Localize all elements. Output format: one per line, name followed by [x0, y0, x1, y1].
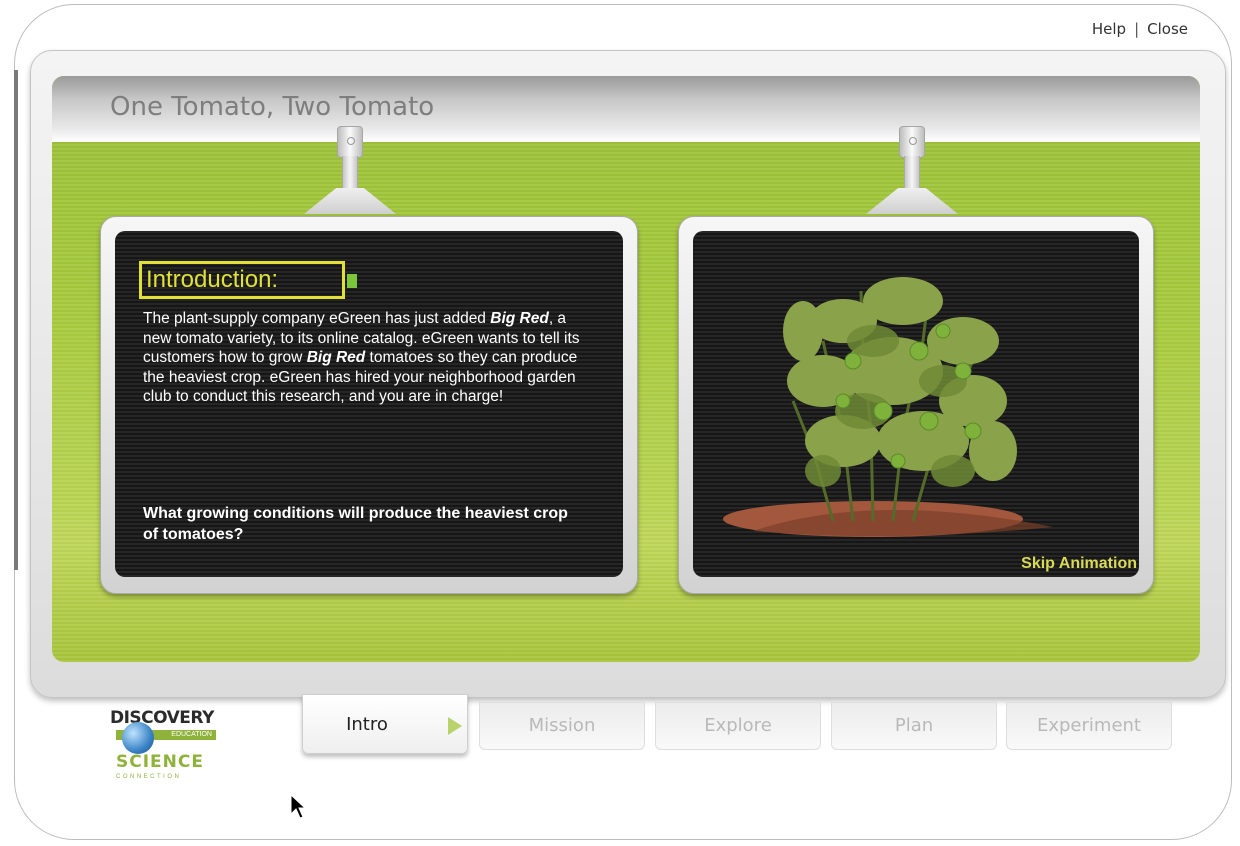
tab-experiment[interactable]: Experiment	[1006, 702, 1172, 750]
scroll-edge	[14, 70, 18, 570]
tab-explore-label: Explore	[704, 715, 772, 736]
animation-screen: Skip Animation	[693, 231, 1139, 577]
play-arrow-icon	[448, 717, 462, 735]
tab-intro[interactable]: Intro	[302, 694, 468, 754]
big-red-term: Big Red	[490, 310, 549, 327]
research-question: What growing conditions will produce the…	[143, 505, 568, 543]
top-links: Help | Close	[1092, 20, 1188, 38]
tomato-plant-illustration	[723, 277, 1053, 537]
tab-mission[interactable]: Mission	[479, 702, 645, 750]
mouse-cursor-icon	[290, 794, 306, 819]
intro-board-screen: Introduction: The plant-supply company e…	[115, 231, 623, 577]
logo-education-text: EDUCATION	[171, 731, 212, 738]
discovery-education-logo: DISCOVERY EDUCATION SCIENCE CONNECTION	[110, 708, 220, 792]
right-board-hanger	[862, 126, 962, 218]
logo-connection-text: CONNECTION	[116, 774, 182, 780]
tab-experiment-label: Experiment	[1036, 715, 1141, 736]
left-board-hanger	[300, 126, 400, 218]
tab-plan-label: Plan	[894, 715, 934, 736]
skip-animation-button[interactable]: Skip Animation	[1021, 555, 1137, 573]
help-link[interactable]: Help	[1092, 20, 1126, 38]
close-link[interactable]: Close	[1147, 20, 1188, 38]
tab-mission-label: Mission	[528, 715, 596, 736]
animation-board: Skip Animation	[678, 216, 1154, 594]
heading-marker	[347, 274, 357, 288]
big-red-term: Big Red	[306, 349, 366, 367]
intro-text: The plant-supply company eGreen has just…	[143, 310, 580, 406]
title-bar: One Tomato, Two Tomato	[52, 76, 1200, 142]
tab-explore[interactable]: Explore	[655, 702, 821, 750]
globe-icon	[122, 722, 154, 754]
page-title: One Tomato, Two Tomato	[110, 92, 435, 122]
tab-intro-label: Intro	[346, 714, 388, 735]
logo-science-text: SCIENCE	[116, 752, 204, 772]
intro-heading: Introduction:	[139, 261, 345, 299]
intro-board: Introduction: The plant-supply company e…	[100, 216, 638, 594]
link-separator: |	[1134, 20, 1140, 38]
tab-plan[interactable]: Plan	[831, 702, 997, 750]
